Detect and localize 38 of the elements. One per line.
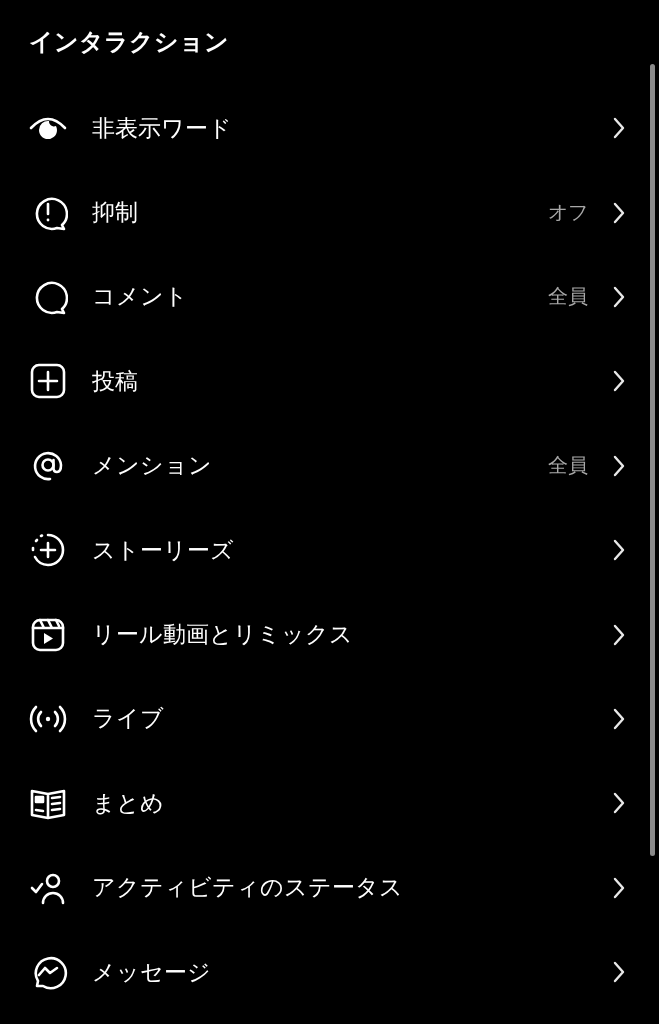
settings-item[interactable]: メンション 全員 bbox=[0, 423, 659, 508]
scrollbar[interactable] bbox=[650, 64, 655, 856]
item-value: 全員 bbox=[548, 452, 588, 480]
item-label: 抑制 bbox=[92, 198, 139, 228]
item-value: 全員 bbox=[548, 283, 588, 311]
item-label: メッセージ bbox=[92, 957, 212, 987]
item-label: コメント bbox=[92, 282, 189, 312]
item-label: メンション bbox=[92, 451, 213, 481]
item-label: リール動画とリミックス bbox=[92, 620, 354, 650]
chevron-icon bbox=[612, 453, 626, 478]
item-label: 非表示ワード bbox=[92, 113, 233, 143]
chevron-icon bbox=[612, 369, 626, 394]
chevron-icon bbox=[612, 622, 626, 647]
chevron-icon bbox=[612, 960, 626, 985]
section-title: インタラクション bbox=[29, 27, 229, 58]
item-label: まとめ bbox=[92, 788, 165, 818]
settings-item[interactable]: リール動画とリミックス bbox=[0, 592, 659, 677]
settings-item[interactable]: ライブ bbox=[0, 676, 659, 762]
settings-item[interactable]: まとめ bbox=[0, 761, 659, 846]
chevron-icon bbox=[612, 791, 626, 816]
chevron-icon bbox=[612, 116, 626, 141]
chevron-icon bbox=[612, 538, 626, 563]
item-label: アクティビティのステータス bbox=[92, 873, 404, 903]
item-label: 投稿 bbox=[92, 366, 139, 396]
settings-item[interactable]: 非表示ワード bbox=[0, 86, 659, 171]
settings-item[interactable]: 抑制 オフ bbox=[0, 170, 659, 255]
settings-item[interactable]: ストーリーズ bbox=[0, 507, 659, 593]
chevron-icon bbox=[612, 706, 626, 731]
settings-item[interactable]: コメント 全員 bbox=[0, 254, 659, 340]
settings-item[interactable]: メッセージ bbox=[0, 929, 659, 1015]
settings-item[interactable]: アクティビティのステータス bbox=[0, 845, 659, 930]
chevron-icon bbox=[612, 875, 626, 900]
chevron-icon bbox=[612, 200, 626, 225]
settings-item[interactable]: 投稿 bbox=[0, 339, 659, 424]
item-value: オフ bbox=[548, 199, 588, 227]
chevron-icon bbox=[612, 284, 626, 309]
item-label: ライブ bbox=[92, 704, 165, 734]
item-label: ストーリーズ bbox=[92, 535, 235, 565]
